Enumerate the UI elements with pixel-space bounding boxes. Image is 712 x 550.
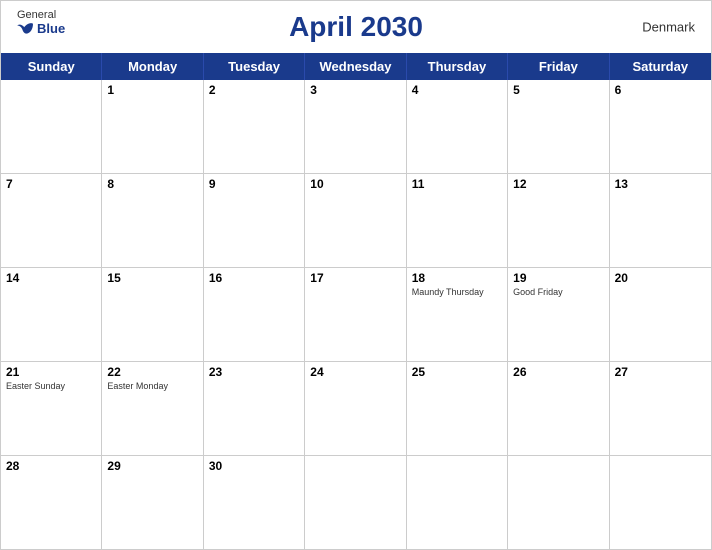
day-cell: 16 [204, 268, 305, 361]
calendar-header: General Blue April 2030 Denmark [1, 1, 711, 53]
logo-blue: Blue [17, 21, 65, 36]
day-cell [610, 456, 711, 549]
day-number: 25 [412, 365, 502, 379]
day-cell: 27 [610, 362, 711, 455]
week-row-0: 123456 [1, 80, 711, 174]
holiday-label: Easter Monday [107, 381, 197, 392]
day-number: 9 [209, 177, 299, 191]
logo-general: General [17, 9, 56, 21]
day-header-tuesday: Tuesday [204, 53, 305, 80]
logo: General Blue [17, 9, 65, 36]
day-cell: 28 [1, 456, 102, 549]
week-row-4: 28 29 30 [1, 456, 711, 549]
day-number: 26 [513, 365, 603, 379]
day-cell: 2 [204, 80, 305, 173]
day-number: 11 [412, 177, 502, 191]
country-label: Denmark [642, 20, 695, 35]
weeks-container: 123456789101112131415161718Maundy Thursd… [1, 80, 711, 549]
day-cell: 29 [102, 456, 203, 549]
day-number: 21 [6, 365, 96, 379]
day-number: 28 [6, 459, 96, 473]
day-header-wednesday: Wednesday [305, 53, 406, 80]
day-header-thursday: Thursday [407, 53, 508, 80]
day-cell: 18 Maundy Thursday [407, 268, 508, 361]
day-cell: 8 [102, 174, 203, 267]
day-number: 8 [107, 177, 197, 191]
day-cell: 1 [102, 80, 203, 173]
holiday-label: Easter Sunday [6, 381, 96, 392]
day-cell: 12 [508, 174, 609, 267]
day-cell: 7 [1, 174, 102, 267]
day-cell: 20 [610, 268, 711, 361]
day-number: 20 [615, 271, 706, 285]
calendar-grid: SundayMondayTuesdayWednesdayThursdayFrid… [1, 53, 711, 549]
day-cell [305, 456, 406, 549]
day-cell: 26 [508, 362, 609, 455]
day-number: 7 [6, 177, 96, 191]
day-number: 3 [310, 83, 400, 97]
day-cell: 23 [204, 362, 305, 455]
day-number: 4 [412, 83, 502, 97]
logo-bird-icon [17, 22, 35, 36]
day-number: 18 [412, 271, 502, 285]
day-cell: 21 Easter Sunday [1, 362, 102, 455]
day-headers-row: SundayMondayTuesdayWednesdayThursdayFrid… [1, 53, 711, 80]
day-number: 13 [615, 177, 706, 191]
day-number: 6 [615, 83, 706, 97]
day-number: 14 [6, 271, 96, 285]
day-number: 19 [513, 271, 603, 285]
week-row-3: 21 Easter Sunday 22 Easter Monday 23 24 25 26 27 [1, 362, 711, 456]
day-number: 23 [209, 365, 299, 379]
day-number: 29 [107, 459, 197, 473]
day-number: 17 [310, 271, 400, 285]
day-cell: 13 [610, 174, 711, 267]
day-number: 22 [107, 365, 197, 379]
day-header-sunday: Sunday [1, 53, 102, 80]
day-number: 30 [209, 459, 299, 473]
day-cell: 4 [407, 80, 508, 173]
day-number: 1 [107, 83, 197, 97]
holiday-label: Maundy Thursday [412, 287, 502, 298]
day-header-saturday: Saturday [610, 53, 711, 80]
page-title: April 2030 [289, 11, 423, 43]
day-cell: 10 [305, 174, 406, 267]
day-cell: 25 [407, 362, 508, 455]
day-number: 24 [310, 365, 400, 379]
day-cell: 6 [610, 80, 711, 173]
calendar: General Blue April 2030 Denmark SundayMo… [0, 0, 712, 550]
day-header-monday: Monday [102, 53, 203, 80]
day-number: 5 [513, 83, 603, 97]
day-header-friday: Friday [508, 53, 609, 80]
day-cell: 5 [508, 80, 609, 173]
day-number: 15 [107, 271, 197, 285]
holiday-label: Good Friday [513, 287, 603, 298]
day-cell: 19 Good Friday [508, 268, 609, 361]
day-cell: 15 [102, 268, 203, 361]
day-number: 27 [615, 365, 706, 379]
day-number: 10 [310, 177, 400, 191]
day-cell: 30 [204, 456, 305, 549]
day-cell [508, 456, 609, 549]
day-cell: 24 [305, 362, 406, 455]
day-number: 16 [209, 271, 299, 285]
day-cell: 22 Easter Monday [102, 362, 203, 455]
day-cell: 11 [407, 174, 508, 267]
week-row-2: 14 15 16 17 18 Maundy Thursday 19 Good Friday 20 [1, 268, 711, 362]
day-cell: 9 [204, 174, 305, 267]
day-cell: 3 [305, 80, 406, 173]
day-cell: 14 [1, 268, 102, 361]
day-number: 12 [513, 177, 603, 191]
day-number: 2 [209, 83, 299, 97]
week-row-1: 789 10 11 12 13 [1, 174, 711, 268]
day-cell [407, 456, 508, 549]
day-cell [1, 80, 102, 173]
day-cell: 17 [305, 268, 406, 361]
